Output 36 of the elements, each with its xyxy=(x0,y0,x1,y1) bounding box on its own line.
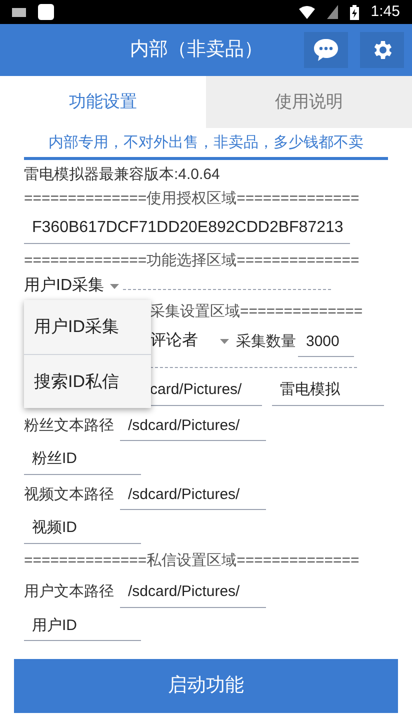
path-label: 用户文本路径 xyxy=(24,582,114,602)
name-field[interactable]: 雷电模拟 xyxy=(272,376,384,406)
battery-icon xyxy=(350,4,359,20)
count-field[interactable]: 3000 xyxy=(298,328,354,357)
name-field[interactable]: 视频ID xyxy=(24,514,141,544)
chat-bubble-icon xyxy=(313,38,339,62)
path-field[interactable]: /sdcard/Pictures/ xyxy=(120,578,266,608)
type-dropdown[interactable]: 评论者 xyxy=(150,329,234,357)
clock: 1:45 xyxy=(370,2,400,22)
path-field[interactable]: /sdcard/Pictures/ xyxy=(120,412,266,441)
header-title: 内部（非卖品） xyxy=(130,38,263,62)
settings-button[interactable] xyxy=(360,32,404,68)
name-field[interactable]: 用户ID xyxy=(24,612,141,641)
menu-item[interactable]: 搜索ID私信 xyxy=(24,354,151,408)
caret-icon xyxy=(220,338,229,344)
version-text: 雷电模拟器最兼容版本:4.0.64 xyxy=(24,164,221,184)
menu-item[interactable]: 用户ID采集 xyxy=(24,300,151,354)
count-label: 采集数量 xyxy=(236,332,296,352)
notification-square-icon xyxy=(38,4,54,20)
path-label: 视频文本路径 xyxy=(24,484,114,504)
keyboard-icon xyxy=(12,8,26,16)
caret-icon xyxy=(110,284,119,288)
wifi-icon xyxy=(298,6,315,18)
notice-text: 内部专用，不对外出售，非卖品，多少钱都不卖 xyxy=(24,128,388,160)
path-label: 粉丝文本路径 xyxy=(24,416,114,436)
path-field[interactable]: /sdcard/Pictures/ xyxy=(120,480,266,510)
section-heading: ==============功能选择区域============== xyxy=(24,250,360,270)
function-dropdown[interactable]: 用户ID采集 xyxy=(24,274,123,298)
license-field[interactable]: F360B617DCF71DD20E892CDD2BF87213 xyxy=(24,212,350,244)
section-heading: 采集设置区域============== xyxy=(150,302,364,322)
tab[interactable]: 使用说明 xyxy=(206,76,412,128)
section-heading: ==============使用授权区域============== xyxy=(24,189,360,209)
chat-button[interactable] xyxy=(304,32,348,68)
start-button[interactable]: 启动功能 xyxy=(14,659,398,713)
section-heading: ==============私信设置区域============== xyxy=(24,550,360,570)
name-field[interactable]: 粉丝ID xyxy=(24,445,141,474)
